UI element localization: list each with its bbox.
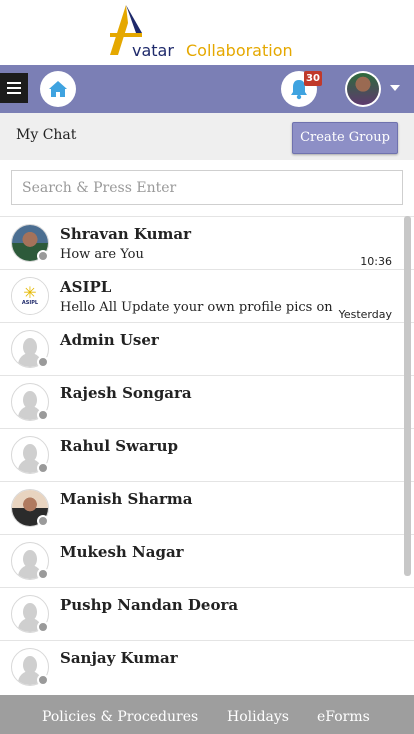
chat-list-item[interactable]: Pushp Nandan Deora	[0, 587, 414, 640]
chat-list-item[interactable]: Sanjay Kumar	[0, 640, 414, 693]
contact-name: Sanjay Kumar	[60, 649, 178, 667]
offline-status-icon	[37, 674, 49, 686]
chat-list-item[interactable]: ✳ ASIPL ASIPL Hello All Update your own p…	[0, 269, 414, 322]
create-group-button[interactable]: Create Group	[292, 122, 398, 154]
notification-count-badge: 30	[304, 71, 322, 86]
avatar-collaboration-logo: vatar Collaboration	[106, 3, 312, 61]
last-message: Hello All Update your own profile pics o…	[60, 300, 350, 315]
chat-header: My Chat Create Group	[0, 113, 414, 160]
avatar	[11, 648, 49, 686]
contact-name: Shravan Kumar	[60, 225, 192, 243]
footer-link-eforms[interactable]: eForms	[317, 709, 370, 725]
avatar: ✳ ASIPL	[11, 277, 49, 315]
avatar	[11, 436, 49, 474]
contact-name: Rahul Swarup	[60, 437, 179, 455]
offline-status-icon	[37, 250, 49, 262]
contact-name: Pushp Nandan Deora	[60, 596, 239, 614]
last-message: How are You	[60, 247, 144, 262]
footer-link-holidays[interactable]: Holidays	[227, 709, 289, 725]
contact-name: Mukesh Nagar	[60, 543, 184, 561]
offline-status-icon	[37, 515, 49, 527]
offline-status-icon	[37, 356, 49, 368]
footer-link-policies[interactable]: Policies & Procedures	[42, 709, 198, 725]
asipl-logo-icon: ✳ ASIPL	[12, 278, 48, 314]
chat-list: Shravan Kumar How are You 10:36 ✳ ASIPL A…	[0, 216, 414, 694]
chevron-down-icon[interactable]	[390, 85, 400, 91]
avatar	[11, 330, 49, 368]
logo-text-avatar: vatar	[132, 41, 174, 60]
avatar	[11, 595, 49, 633]
contact-name: Manish Sharma	[60, 490, 193, 508]
logo-text-collaboration: Collaboration	[186, 41, 293, 60]
chat-list-item[interactable]: Rahul Swarup	[0, 428, 414, 481]
avatar	[11, 224, 49, 262]
chat-list-item[interactable]: Mukesh Nagar	[0, 534, 414, 587]
home-icon	[49, 81, 67, 97]
offline-status-icon	[37, 462, 49, 474]
search-container	[0, 160, 414, 216]
home-button[interactable]	[40, 71, 76, 107]
avatar	[11, 383, 49, 421]
chat-list-item[interactable]: Manish Sharma	[0, 481, 414, 534]
contact-name: Rajesh Songara	[60, 384, 192, 402]
offline-status-icon	[37, 568, 49, 580]
contact-name: ASIPL	[60, 278, 112, 296]
search-input[interactable]	[11, 170, 403, 205]
chat-list-item[interactable]: Rajesh Songara	[0, 375, 414, 428]
message-time: Yesterday	[336, 308, 392, 321]
app-header: vatar Collaboration	[0, 0, 414, 65]
user-photo	[347, 73, 379, 105]
avatar	[11, 542, 49, 580]
avatar	[11, 489, 49, 527]
offline-status-icon	[37, 409, 49, 421]
footer-nav: Policies & Procedures Holidays eForms	[0, 695, 414, 734]
chat-list-item[interactable]: Admin User	[0, 322, 414, 375]
message-time: 10:36	[358, 255, 392, 268]
hamburger-menu-icon[interactable]	[0, 73, 28, 103]
page-title: My Chat	[16, 127, 77, 143]
offline-status-icon	[37, 621, 49, 633]
user-profile-avatar[interactable]	[345, 71, 381, 107]
chat-list-item[interactable]: Shravan Kumar How are You 10:36	[0, 216, 414, 269]
chat-list-scrollbar[interactable]	[404, 216, 411, 576]
contact-name: Admin User	[60, 331, 159, 349]
top-navbar: 30	[0, 65, 414, 113]
